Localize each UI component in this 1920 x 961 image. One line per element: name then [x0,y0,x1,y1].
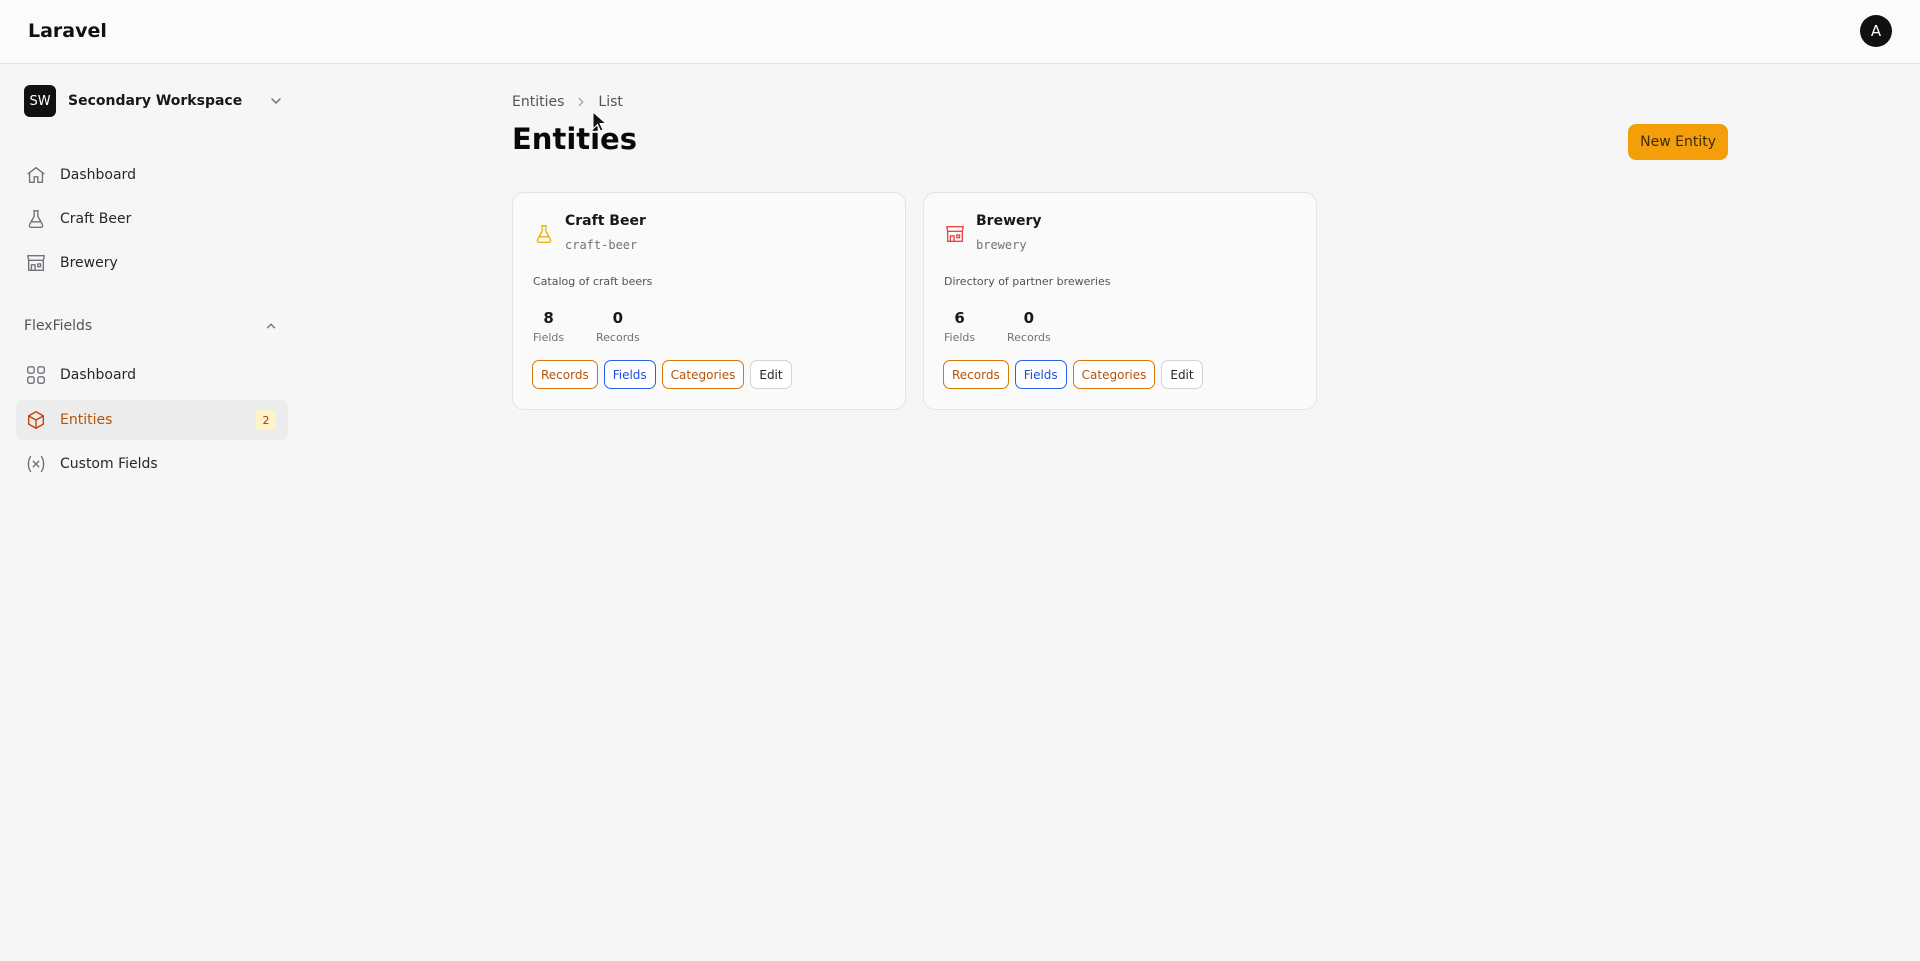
home-icon [25,164,47,186]
entity-card-brewery: Brewery brewery Directory of partner bre… [923,192,1317,410]
fields-caption: Fields [533,331,565,344]
records-caption: Records [1007,331,1051,344]
fields-button[interactable]: Fields [603,360,656,389]
fields-stat: 6 Fields [944,309,975,344]
sidebar-item-label: Craft Beer [60,211,132,227]
edit-button[interactable]: Edit [1161,360,1203,389]
categories-button[interactable]: Categories [1072,360,1156,389]
sidebar-item-flexfields-dashboard[interactable]: Dashboard [16,355,288,395]
chevron-up-icon [266,323,276,329]
entity-name[interactable]: Craft Beer [565,213,646,229]
sidebar-item-label: Entities [60,412,113,428]
entity-description: Directory of partner breweries [944,275,1111,288]
breadcrumb-entities-link[interactable]: Entities [512,94,564,110]
workspace-name: Secondary Workspace [68,93,243,109]
fields-caption: Fields [944,331,976,344]
fields-button[interactable]: Fields [1014,360,1067,389]
sidebar-item-label: Custom Fields [60,456,158,472]
chevron-down-icon [271,98,281,104]
group-label: FlexFields [24,318,93,334]
sidebar-item-entities[interactable]: Entities 2 [16,400,288,440]
fields-count: 8 [543,309,554,327]
squares-icon [25,364,47,386]
flexfields-group-toggle[interactable]: FlexFields [24,314,278,338]
entity-slug: brewery [976,238,1027,252]
fields-count: 6 [954,309,965,327]
chevron-right-icon [578,97,584,107]
breadcrumb: Entities List [512,94,623,110]
entity-actions: Records Fields Categories Edit [532,360,792,389]
fields-stat: 8 Fields [533,309,564,344]
records-caption: Records [596,331,640,344]
edit-button[interactable]: Edit [750,360,792,389]
sidebar-item-label: Dashboard [60,367,136,383]
mouse-cursor-icon [592,111,608,132]
records-stat: 0 Records [1007,309,1051,344]
building-storefront-icon [25,252,47,274]
records-button[interactable]: Records [943,360,1009,389]
workspace-switcher[interactable]: SW Secondary Workspace [24,84,294,118]
flask-icon [25,208,47,230]
brand-logo[interactable]: Laravel [28,20,107,42]
variable-icon [25,453,47,475]
sidebar-item-custom-fields[interactable]: Custom Fields [16,444,288,484]
entity-name[interactable]: Brewery [976,213,1042,229]
count-badge: 2 [256,410,276,430]
cube-icon [25,409,47,431]
records-button[interactable]: Records [532,360,598,389]
top-bar: Laravel A [0,0,1920,64]
flask-icon [536,225,552,243]
entity-actions: Records Fields Categories Edit [943,360,1203,389]
records-count: 0 [1023,309,1035,327]
sidebar-item-dashboard[interactable]: Dashboard [16,155,288,195]
entity-card-craft-beer: Craft Beer craft-beer Catalog of craft b… [512,192,906,410]
sidebar-item-craft-beer[interactable]: Craft Beer [16,199,288,239]
entity-slug: craft-beer [565,238,638,252]
entity-description: Catalog of craft beers [533,275,653,288]
new-entity-button[interactable]: New Entity [1628,124,1728,160]
user-avatar[interactable]: A [1860,15,1892,47]
workspace-avatar: SW [24,85,56,117]
sidebar-item-label: Dashboard [60,167,136,183]
building-storefront-icon [946,225,964,243]
records-count: 0 [612,309,624,327]
page-title: Entities [512,122,637,156]
sidebar: SW Secondary Workspace Dashboard Craft B… [0,64,300,961]
records-stat: 0 Records [596,309,640,344]
sidebar-item-brewery[interactable]: Brewery [16,243,288,283]
breadcrumb-current: List [598,94,623,110]
sidebar-item-label: Brewery [60,255,118,271]
categories-button[interactable]: Categories [661,360,745,389]
